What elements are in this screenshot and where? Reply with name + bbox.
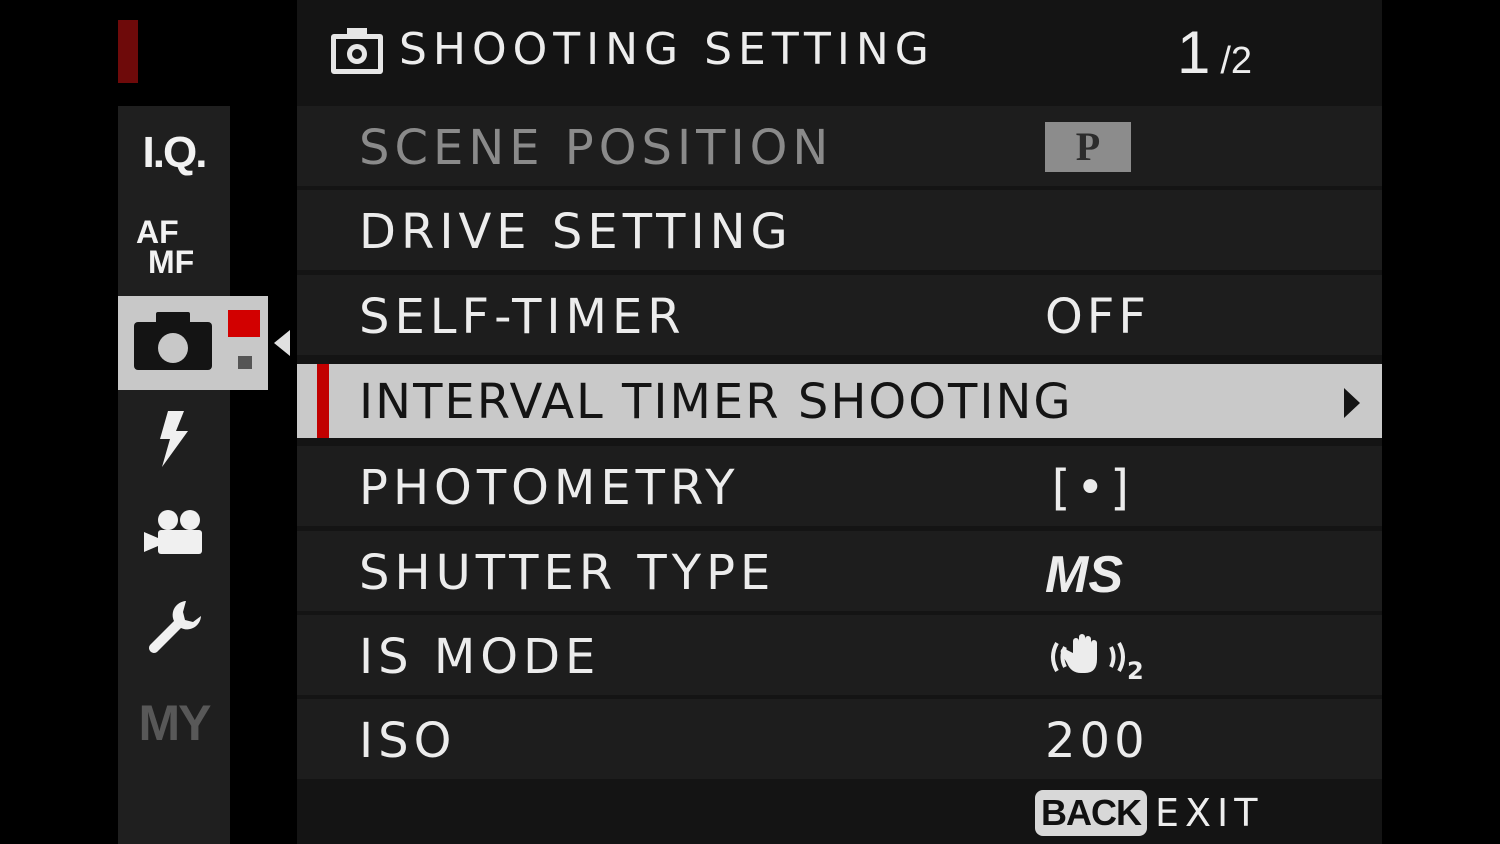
camera-icon xyxy=(134,312,212,370)
selection-marker xyxy=(317,364,329,438)
tab-flash[interactable] xyxy=(118,392,230,486)
program-mode-badge: P xyxy=(1045,122,1131,172)
menu-panel: SHOOTING SETTING 1/2 SCENE POSITION P DR… xyxy=(297,0,1382,844)
menu-item-shutter-type[interactable]: SHUTTER TYPE MS xyxy=(297,531,1382,611)
menu-item-iso[interactable]: ISO 200 xyxy=(297,699,1382,779)
scroll-indicator-red xyxy=(118,20,138,83)
submenu-arrow-icon xyxy=(1344,388,1360,418)
menu-item-self-timer[interactable]: SELF-TIMER OFF xyxy=(297,275,1382,355)
flash-icon xyxy=(160,411,188,467)
menu-item-interval-timer-shooting[interactable]: INTERVAL TIMER SHOOTING xyxy=(297,364,1382,438)
svg-text:2: 2 xyxy=(1127,657,1144,681)
menu-item-is-mode[interactable]: IS MODE 2 xyxy=(297,615,1382,695)
tab-image-quality[interactable]: I.Q. xyxy=(118,106,230,200)
tab-shooting-setting[interactable] xyxy=(118,296,268,390)
tab-my-label: MY xyxy=(138,695,212,751)
menu-item-scene-position: SCENE POSITION P xyxy=(297,106,1382,186)
tab-iq-label: I.Q. xyxy=(142,128,208,177)
movie-camera-icon xyxy=(144,510,202,554)
self-timer-value: OFF xyxy=(1045,289,1150,345)
inactive-page-indicator xyxy=(238,356,252,369)
page-counter: 1/2 xyxy=(1177,19,1253,86)
page-title: SHOOTING SETTING xyxy=(399,24,935,75)
tab-af-mf[interactable]: AF MF xyxy=(118,200,230,294)
tab-setup[interactable] xyxy=(118,580,230,674)
spot-metering-icon: [•] xyxy=(1045,460,1138,516)
wrench-icon xyxy=(149,601,201,653)
menu-tab-strip: I.Q. AF MF MY xyxy=(118,106,230,844)
exit-label: EXIT xyxy=(1155,791,1264,835)
iso-value: 200 xyxy=(1045,713,1149,769)
camera-icon xyxy=(331,28,383,74)
menu-header: SHOOTING SETTING 1/2 xyxy=(297,0,1382,104)
af-mf-icon: AF MF xyxy=(136,214,195,280)
footer-hint: BACK EXIT xyxy=(1035,790,1263,836)
back-button[interactable]: BACK xyxy=(1035,790,1147,836)
menu-item-drive-setting[interactable]: DRIVE SETTING xyxy=(297,190,1382,270)
shutter-type-value: MS xyxy=(1045,546,1123,604)
tab-movie[interactable] xyxy=(118,486,230,580)
menu-item-photometry[interactable]: PHOTOMETRY [•] xyxy=(297,446,1382,526)
tab-pointer-icon xyxy=(274,330,290,356)
active-page-indicator xyxy=(228,310,260,337)
image-stabilization-mode-2-icon: 2 xyxy=(1051,634,1144,681)
tab-my-menu[interactable]: MY xyxy=(118,676,230,770)
